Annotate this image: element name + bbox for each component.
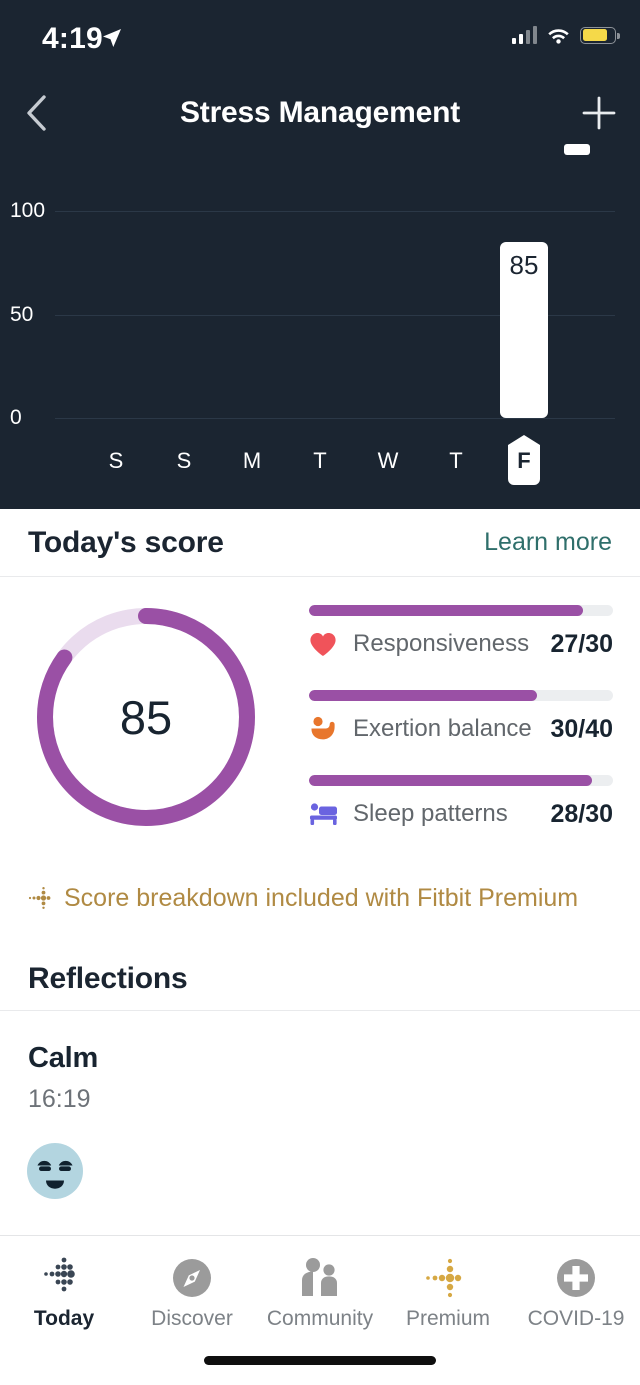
y-tick-0: 0 — [10, 406, 22, 429]
x-label-4[interactable]: W — [368, 448, 408, 474]
y-tick-50: 50 — [10, 303, 34, 326]
stress-weekly-chart[interactable]: 100 50 0 85 S S M T W T F — [0, 144, 640, 509]
premium-note-text: Score breakdown included with Fitbit Pre… — [64, 883, 579, 912]
premium-note[interactable]: Score breakdown included with Fitbit Pre… — [28, 880, 628, 916]
metric-progress-track — [309, 775, 613, 786]
premium-sparkle-icon — [28, 887, 51, 909]
score-block: 85 Responsiveness 27/30 Exertion balance… — [0, 577, 640, 867]
tab-label: COVID-19 — [527, 1307, 625, 1330]
status-bar: 4:19 — [0, 0, 640, 74]
metric-exertion-balance: Exertion balance 30/40 — [309, 690, 613, 744]
y-tick-100: 100 — [10, 199, 46, 222]
status-indicators — [511, 26, 620, 44]
exertion-figure-icon — [309, 716, 343, 742]
calm-face-icon[interactable] — [24, 1140, 86, 1202]
tab-label: Today — [33, 1307, 95, 1330]
people-icon — [297, 1254, 343, 1302]
status-time: 4:19 — [42, 22, 103, 55]
x-label-3[interactable]: T — [300, 448, 340, 474]
premium-sparkle-icon — [424, 1254, 472, 1302]
bed-icon — [309, 801, 343, 827]
bottom-tab-bar: Today Discover Community Premium COVID-1… — [0, 1236, 640, 1385]
metric-value: 27/30 — [550, 629, 613, 658]
x-label-5[interactable]: T — [436, 448, 476, 474]
metric-progress-fill — [309, 605, 583, 616]
nav-bar: Stress Management — [0, 78, 640, 148]
location-arrow-icon — [100, 26, 124, 50]
tab-label: Premium — [405, 1307, 490, 1330]
chart-top-stub — [564, 144, 590, 155]
score-ring-value: 85 — [119, 690, 173, 744]
learn-more-link[interactable]: Learn more — [484, 528, 612, 557]
metric-progress-fill — [309, 690, 537, 701]
metric-progress-fill — [309, 775, 592, 786]
bar-value-friday: 85 — [509, 250, 539, 280]
x-label-1[interactable]: S — [164, 448, 204, 474]
tab-covid-19[interactable]: COVID-19 — [512, 1254, 640, 1331]
cellular-signal-icon — [511, 26, 537, 44]
gridline-100 — [55, 211, 615, 212]
fitbit-dots-icon — [41, 1254, 87, 1302]
reflection-name: Calm — [28, 1042, 99, 1074]
todays-score-header: Today's score Learn more — [0, 509, 640, 577]
metric-progress-track — [309, 690, 613, 701]
tab-label: Community — [266, 1307, 374, 1330]
metric-responsiveness: Responsiveness 27/30 — [309, 605, 613, 659]
section-title-reflections: Reflections — [28, 962, 188, 995]
tab-label: Discover — [151, 1307, 233, 1330]
reflection-time: 16:19 — [28, 1085, 91, 1113]
metric-value: 28/30 — [550, 799, 613, 828]
add-button[interactable] — [576, 90, 622, 136]
battery-icon — [580, 26, 620, 44]
section-title-todays-score: Today's score — [28, 525, 224, 559]
x-label-6-selected[interactable]: F — [504, 448, 544, 474]
x-label-2[interactable]: M — [232, 448, 272, 474]
metric-sleep-patterns: Sleep patterns 28/30 — [309, 775, 613, 829]
medical-cross-icon — [554, 1254, 598, 1302]
metric-label: Sleep patterns — [353, 800, 508, 827]
wifi-icon — [548, 29, 569, 44]
score-metrics-list: Responsiveness 27/30 Exertion balance 30… — [309, 605, 613, 829]
metric-label: Exertion balance — [353, 715, 532, 742]
app-screen: 4:19 Stress Management 100 50 0 85 S S M… — [0, 0, 640, 1385]
dark-header-region: 4:19 Stress Management 100 50 0 85 S S M… — [0, 0, 640, 509]
gridline-0 — [55, 418, 615, 419]
reflections-divider — [0, 1010, 640, 1011]
x-label-0[interactable]: S — [96, 448, 136, 474]
tab-community[interactable]: Community — [256, 1254, 384, 1331]
home-indicator[interactable] — [204, 1356, 436, 1365]
tab-discover[interactable]: Discover — [128, 1254, 256, 1331]
compass-icon — [170, 1254, 214, 1302]
metric-value: 30/40 — [550, 714, 613, 743]
tab-premium[interactable]: Premium — [384, 1254, 512, 1331]
tab-today[interactable]: Today — [0, 1254, 128, 1331]
page-title: Stress Management — [179, 96, 461, 129]
metric-label: Responsiveness — [353, 630, 530, 657]
metric-progress-track — [309, 605, 613, 616]
heart-icon — [309, 631, 343, 657]
